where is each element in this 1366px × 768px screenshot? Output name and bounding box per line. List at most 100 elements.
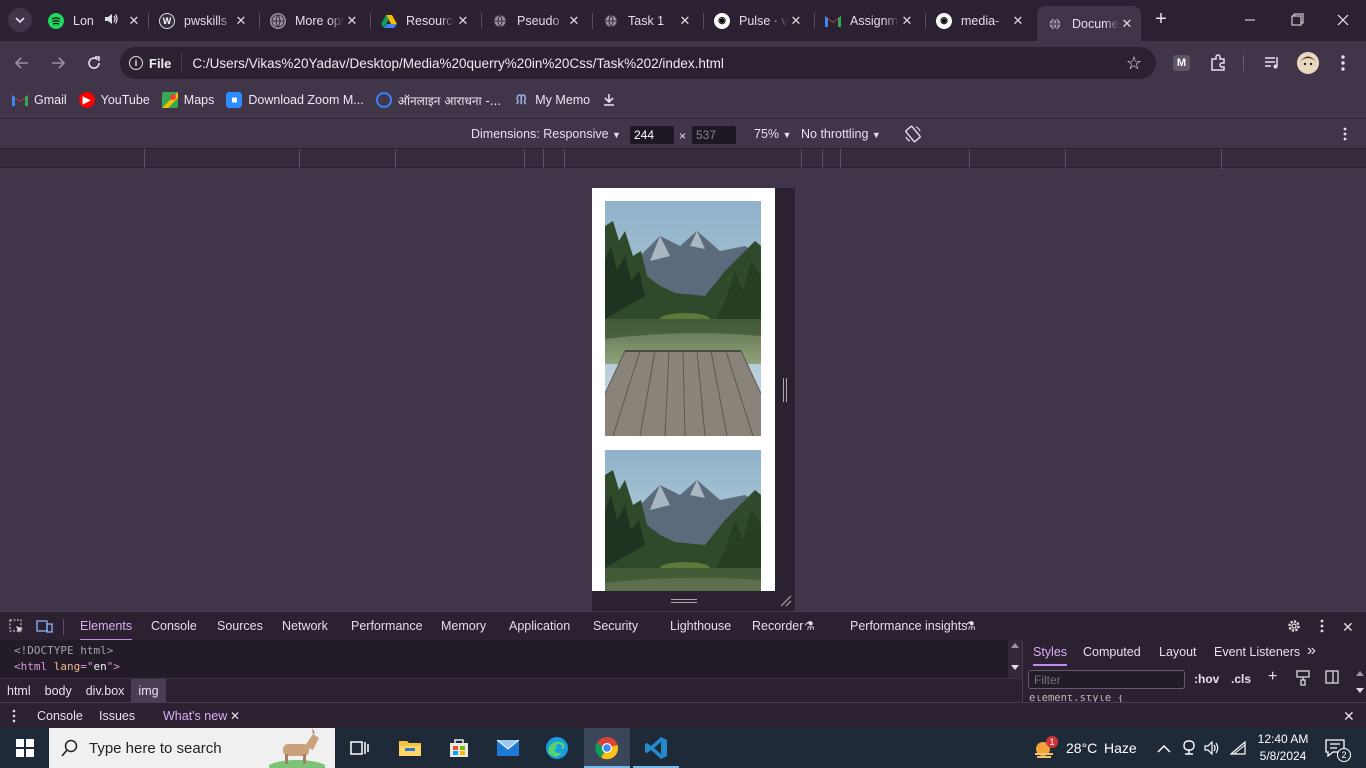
more-tabs-icon[interactable]: » bbox=[1307, 642, 1316, 660]
bookmark-gmail[interactable]: Gmail bbox=[12, 92, 67, 108]
drawer-tab-console[interactable]: Console bbox=[37, 709, 83, 723]
close-tab-icon[interactable]: ✕ bbox=[126, 13, 142, 29]
tab-9[interactable]: Document ✕ bbox=[1037, 6, 1141, 41]
bookmark-maps[interactable]: Maps bbox=[161, 92, 214, 108]
device-toggle-icon[interactable] bbox=[36, 619, 53, 637]
tab-console[interactable]: Console bbox=[151, 612, 197, 641]
extension-m-icon[interactable]: M bbox=[1173, 55, 1190, 71]
tab-elements[interactable]: Elements bbox=[80, 612, 133, 641]
windows-start-icon[interactable] bbox=[11, 734, 39, 762]
tab-sources[interactable]: Sources bbox=[217, 612, 263, 641]
cls-toggle[interactable]: .cls bbox=[1231, 672, 1251, 686]
height-input[interactable]: 537 bbox=[692, 126, 736, 144]
close-tab-icon[interactable]: ✕ bbox=[788, 13, 804, 29]
edge-icon[interactable] bbox=[543, 734, 571, 762]
site-info-chip[interactable]: i File bbox=[129, 53, 183, 73]
close-tab-icon[interactable]: ✕ bbox=[899, 13, 915, 29]
tab-2[interactable]: More options ✕ bbox=[260, 6, 366, 35]
close-tab-icon[interactable]: ✕ bbox=[344, 13, 360, 29]
tab-event-listeners[interactable]: Event Listeners bbox=[1214, 645, 1300, 659]
mail-icon[interactable] bbox=[494, 734, 522, 762]
media-query-bar[interactable] bbox=[0, 148, 1366, 169]
settings-gear-icon[interactable] bbox=[1286, 618, 1302, 637]
scroll-down-icon[interactable] bbox=[1011, 665, 1019, 670]
mountain-lake-image[interactable] bbox=[605, 201, 761, 436]
bookmark-star-icon[interactable]: ☆ bbox=[1126, 53, 1142, 74]
volume-icon[interactable] bbox=[1204, 740, 1220, 758]
corner-resize-icon[interactable] bbox=[780, 595, 792, 607]
dom-scrollbar[interactable] bbox=[1008, 640, 1022, 678]
new-tab-button[interactable]: + bbox=[1150, 8, 1172, 32]
clock-date[interactable]: 5/8/2024 bbox=[1256, 749, 1310, 763]
tab-application[interactable]: Application bbox=[509, 612, 570, 641]
restore-button[interactable] bbox=[1283, 10, 1311, 30]
drawer-tab-whats-new[interactable]: What's new bbox=[163, 709, 227, 723]
url-text[interactable]: C:/Users/Vikas%20Yadav/Desktop/Media%20q… bbox=[192, 56, 724, 71]
tab-5[interactable]: Task 1 ✕ bbox=[593, 6, 699, 35]
speaker-icon[interactable] bbox=[104, 13, 120, 28]
tab-performance-insights[interactable]: Performance insights bbox=[850, 612, 967, 641]
close-tab-icon[interactable]: ✕ bbox=[455, 13, 471, 29]
tab-0[interactable]: Lon ✕ bbox=[38, 6, 148, 35]
bookmark-my-memo[interactable]: ᙏ My Memo bbox=[513, 92, 590, 108]
close-tab-icon[interactable]: ✕ bbox=[677, 13, 693, 29]
bookmark-aradhana[interactable]: ऑनलाइन आराधना -... bbox=[375, 92, 501, 109]
tab-3[interactable]: Resources ✕ bbox=[371, 6, 477, 35]
tab-styles[interactable]: Styles bbox=[1033, 645, 1068, 666]
media-control-icon[interactable] bbox=[1263, 54, 1281, 75]
clock-time[interactable]: 12:40 AM bbox=[1256, 732, 1310, 746]
temperature[interactable]: 28°C bbox=[1066, 728, 1097, 768]
devtools-more-icon[interactable] bbox=[1317, 619, 1327, 636]
tab-1[interactable]: W pwskills ✕ bbox=[149, 6, 255, 35]
drawer-menu-icon[interactable] bbox=[11, 709, 17, 726]
meet-icon[interactable] bbox=[1182, 740, 1196, 759]
hov-toggle[interactable]: :hov bbox=[1194, 672, 1219, 686]
vscode-icon[interactable] bbox=[642, 734, 670, 762]
breadcrumb-body[interactable]: body bbox=[38, 679, 79, 703]
tab-performance[interactable]: Performance bbox=[351, 612, 423, 641]
close-window-button[interactable] bbox=[1329, 10, 1357, 30]
zoom-dropdown[interactable]: 75% ▼ bbox=[754, 127, 791, 141]
close-tab-icon[interactable]: ✕ bbox=[1119, 16, 1135, 32]
forward-button[interactable] bbox=[46, 51, 70, 75]
close-drawer-icon[interactable]: ✕ bbox=[1343, 708, 1355, 725]
paint-icon[interactable] bbox=[1296, 670, 1310, 689]
emulated-viewport[interactable] bbox=[592, 188, 775, 591]
chevron-up-icon[interactable] bbox=[1157, 742, 1171, 757]
styles-filter-input[interactable] bbox=[1028, 670, 1185, 689]
tab-6[interactable]: ◉ Pulse · v ✕ bbox=[704, 6, 810, 35]
tab-memory[interactable]: Memory bbox=[441, 612, 486, 641]
styles-scrollbar[interactable] bbox=[1353, 666, 1366, 702]
scroll-up-icon[interactable] bbox=[1356, 671, 1364, 676]
close-tab-icon[interactable]: ✕ bbox=[233, 13, 249, 29]
bookmark-youtube[interactable]: ▶ YouTube bbox=[78, 92, 150, 108]
tab-lighthouse[interactable]: Lighthouse bbox=[670, 612, 731, 641]
throttle-dropdown[interactable]: No throttling ▼ bbox=[801, 127, 881, 141]
download-bookmark[interactable] bbox=[602, 93, 616, 107]
reload-button[interactable] bbox=[82, 51, 106, 75]
tab-computed[interactable]: Computed bbox=[1083, 645, 1141, 659]
close-tab-icon[interactable]: ✕ bbox=[1010, 13, 1026, 29]
close-drawer-tab-icon[interactable]: ✕ bbox=[230, 709, 240, 723]
device-more-icon[interactable] bbox=[1340, 127, 1350, 144]
profile-avatar[interactable] bbox=[1297, 52, 1319, 74]
width-input[interactable]: 244 bbox=[630, 126, 674, 144]
viewport-right-resizer[interactable] bbox=[775, 188, 795, 591]
task-view-icon[interactable] bbox=[346, 734, 374, 762]
viewport-bottom-resizer[interactable] bbox=[592, 591, 795, 611]
chrome-icon[interactable] bbox=[593, 734, 621, 762]
address-bar[interactable]: i File C:/Users/Vikas%20Yadav/Desktop/Me… bbox=[120, 47, 1156, 79]
inspect-element-icon[interactable] bbox=[9, 619, 24, 637]
drawer-tab-issues[interactable]: Issues bbox=[99, 709, 135, 723]
microsoft-store-icon[interactable] bbox=[445, 734, 473, 762]
minimize-button[interactable] bbox=[1236, 10, 1264, 30]
extensions-puzzle-icon[interactable] bbox=[1209, 54, 1227, 75]
taskbar-search-box[interactable]: Type here to search bbox=[49, 728, 335, 768]
tab-layout[interactable]: Layout bbox=[1159, 645, 1197, 659]
scroll-down-icon[interactable] bbox=[1356, 688, 1364, 693]
back-button[interactable] bbox=[10, 51, 34, 75]
mountain-lake-image-2[interactable] bbox=[605, 450, 761, 591]
breadcrumb-img[interactable]: img bbox=[131, 678, 166, 703]
breadcrumb-div-box[interactable]: div.box bbox=[79, 679, 132, 703]
weather-text[interactable]: Haze bbox=[1104, 728, 1137, 768]
